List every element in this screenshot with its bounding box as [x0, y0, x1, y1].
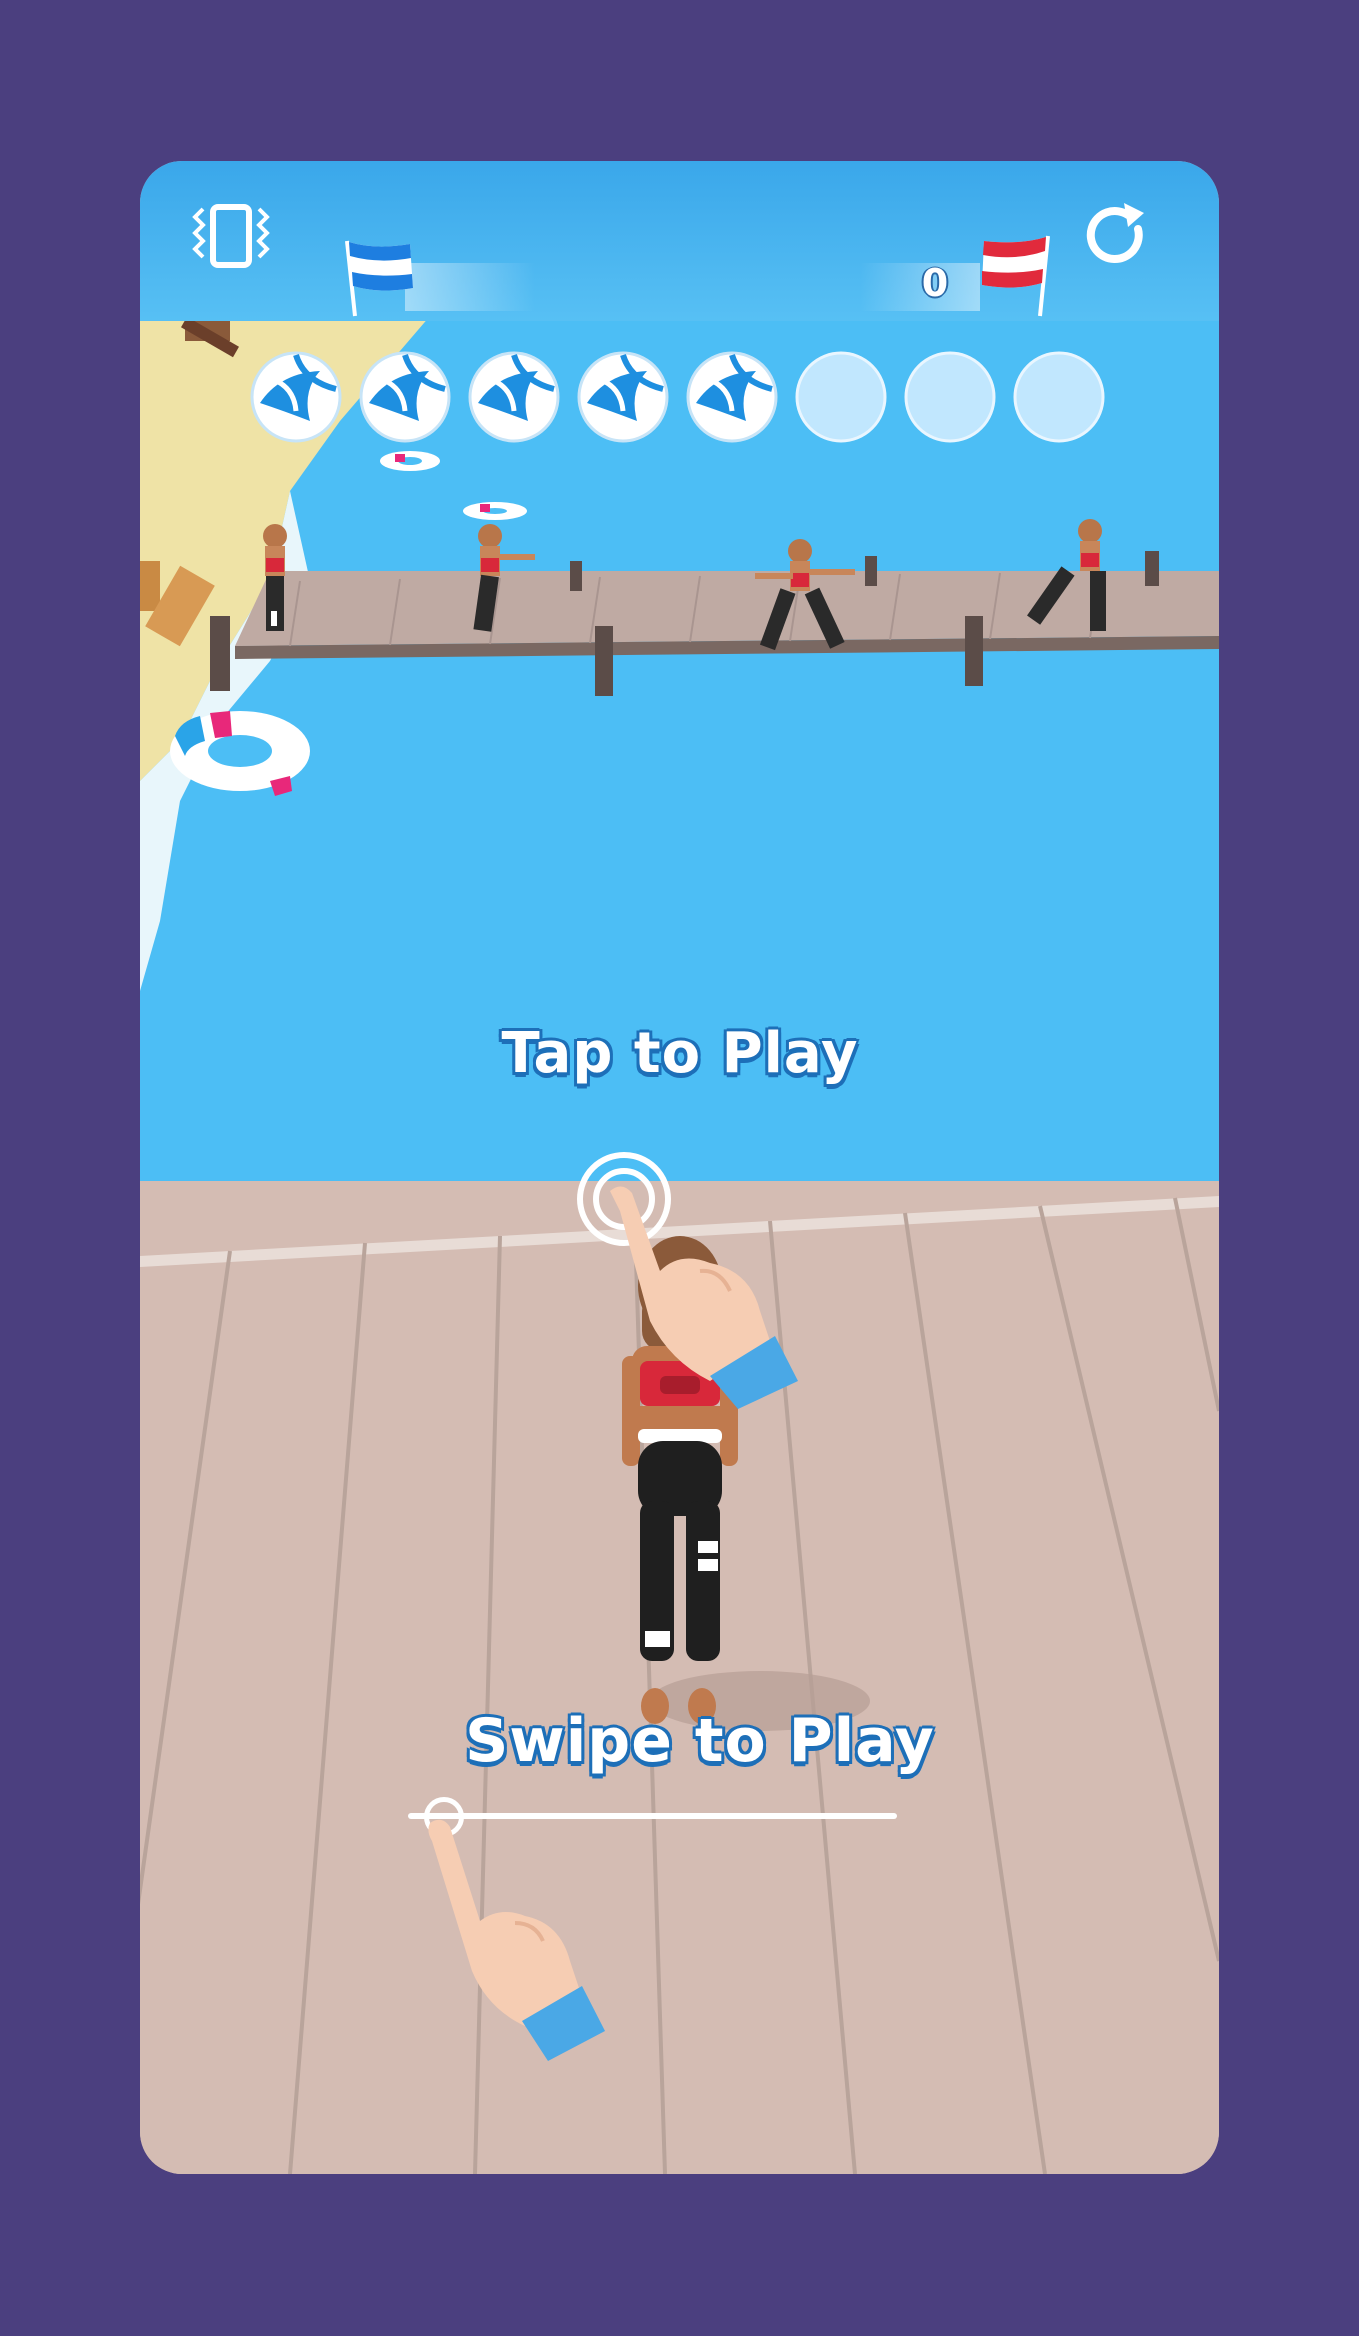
game-viewport[interactable]: 0 Tap to Play Swipe to Play: [140, 161, 1219, 2174]
tap-hand-icon: [570, 1151, 820, 1411]
volleyball-icon: [468, 351, 560, 443]
red-white-flag-icon: [970, 231, 1060, 321]
empty-ball-slot: [1013, 351, 1105, 443]
restart-icon[interactable]: [1080, 199, 1154, 273]
empty-ball-slot: [904, 351, 996, 443]
ball-counter: [250, 351, 1130, 451]
volleyball-icon: [359, 351, 451, 443]
volleyball-icon: [250, 351, 342, 443]
tap-to-play-label: Tap to Play: [501, 1021, 859, 1086]
blue-white-flag-icon: [335, 236, 425, 326]
empty-ball-slot: [795, 351, 887, 443]
score-counter: 0: [921, 261, 949, 305]
swipe-hand-icon: [410, 1811, 640, 2071]
far-dock: [235, 571, 1219, 646]
vibrate-icon[interactable]: [185, 201, 277, 271]
volleyball-icon: [686, 351, 778, 443]
volleyball-icon: [577, 351, 669, 443]
swipe-to-play-label: Swipe to Play: [465, 1706, 935, 1776]
